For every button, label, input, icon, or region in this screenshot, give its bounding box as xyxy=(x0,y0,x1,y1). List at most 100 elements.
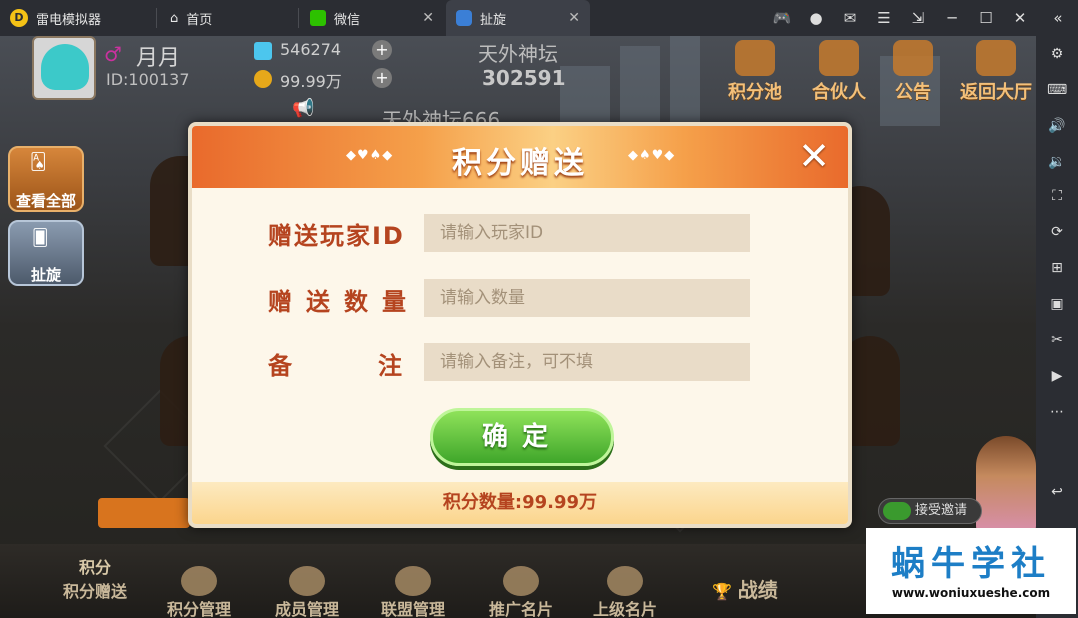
apk-install-icon[interactable]: ▣ xyxy=(1047,294,1067,314)
nav-alliance-mgmt[interactable]: 联盟管理 xyxy=(368,566,458,618)
back-hall-button[interactable]: 返回大厅 xyxy=(956,40,1036,104)
room-number: 302591 xyxy=(482,66,566,90)
gold-count: 99.99万 xyxy=(280,72,342,91)
tab-label: 扯旋 xyxy=(480,12,507,28)
room-name: 天外神坛 xyxy=(478,42,558,66)
add-window-icon[interactable]: ⊞ xyxy=(1047,258,1067,278)
volume-up-icon[interactable]: 🔊 xyxy=(1047,116,1067,136)
money-bag-icon xyxy=(735,40,775,76)
diamond-count: 546274 xyxy=(280,40,342,59)
promo-card-icon xyxy=(503,566,539,596)
label-amount: 赠送数量 xyxy=(268,288,420,316)
note-input[interactable] xyxy=(424,343,750,381)
close-icon[interactable]: ✕ xyxy=(794,136,834,176)
amount-input[interactable] xyxy=(424,279,750,317)
handshake-icon xyxy=(819,40,859,76)
tab-divider xyxy=(156,8,157,28)
wechat-icon xyxy=(310,10,326,26)
spade-coin-icon xyxy=(181,566,217,596)
accept-invite-toggle[interactable]: 接受邀请 xyxy=(878,498,982,524)
orange-action-bar[interactable] xyxy=(98,498,190,528)
fullscreen-icon[interactable]: ⛶ xyxy=(1047,186,1067,206)
watermark-url: www.woniuxueshe.com xyxy=(891,586,1051,600)
members-icon xyxy=(289,566,325,596)
minimize-icon[interactable]: ─ xyxy=(942,8,962,28)
emulator-titlebar: D 雷电模拟器 ⌂ 首页 微信 ✕ 扯旋 ✕ 🎮 ● ✉ ☰ ⇲ ─ ☐ ✕ « xyxy=(0,0,1078,36)
watermark: 蜗牛学社 www.woniuxueshe.com xyxy=(866,528,1076,614)
exit-arrow-icon xyxy=(976,40,1016,76)
collapse-sidebar-icon[interactable]: « xyxy=(1048,8,1068,28)
points-pool-button[interactable]: 积分池 xyxy=(722,40,788,104)
tab-wechat[interactable]: 微信 ✕ xyxy=(300,0,444,36)
gamepad-icon[interactable]: 🎮 xyxy=(772,8,792,28)
tab-label: 微信 xyxy=(334,12,361,28)
gold-coin-icon xyxy=(254,70,272,88)
megaphone-icon: 📢 xyxy=(292,98,315,119)
video-record-icon[interactable]: ▶ xyxy=(1047,366,1067,386)
suit-ornament-right: ◆♠♥◆ xyxy=(628,148,676,163)
diamond-icon xyxy=(254,42,272,60)
popout-icon[interactable]: ⇲ xyxy=(908,8,928,28)
nav-label: 积分赠送 xyxy=(62,582,127,601)
toggle-knob xyxy=(883,502,911,520)
add-gold-button[interactable]: + xyxy=(372,68,392,88)
avatar[interactable] xyxy=(32,36,96,100)
scissors-icon[interactable]: ✂ xyxy=(1047,330,1067,350)
id-card-icon xyxy=(607,566,643,596)
nav-gift-points[interactable]: 积分 积分赠送 xyxy=(50,554,140,602)
view-all-button[interactable]: 🂡 查看全部 xyxy=(8,146,84,212)
app-title: D 雷电模拟器 xyxy=(0,0,160,36)
game-app-icon xyxy=(456,10,472,26)
confirm-button[interactable]: 确定 xyxy=(430,408,614,466)
nav-superior-card[interactable]: 上级名片 xyxy=(580,566,670,618)
label-player-id: 赠送玩家ID xyxy=(268,222,405,250)
watermark-title: 蜗牛学社 xyxy=(891,544,1051,584)
home-icon: ⌂ xyxy=(170,10,179,26)
leidian-logo-icon: D xyxy=(10,9,28,27)
back-arrow-icon[interactable]: ↩ xyxy=(1047,482,1067,502)
add-diamond-button[interactable]: + xyxy=(372,40,392,60)
nav-promo-card[interactable]: 推广名片 xyxy=(476,566,566,618)
notice-button[interactable]: 公告 xyxy=(880,40,946,104)
app-name: 雷电模拟器 xyxy=(36,12,102,28)
nav-record[interactable]: 🏆 战绩 xyxy=(690,574,800,603)
maximize-icon[interactable]: ☐ xyxy=(976,8,996,28)
sync-play-icon[interactable]: ⟳ xyxy=(1047,222,1067,242)
mail-icon[interactable]: ✉ xyxy=(840,8,860,28)
points-balance: 积分数量:99.99万 xyxy=(192,482,848,524)
tab-label: 首页 xyxy=(186,12,213,28)
dialog-header: ◆♥♠◆ 积分赠送 ◆♠♥◆ ✕ xyxy=(192,126,848,188)
dialog-title: 积分赠送 xyxy=(452,146,588,181)
tab-home[interactable]: ⌂ 首页 xyxy=(160,0,298,36)
tab-divider xyxy=(298,8,299,28)
keyboard-icon[interactable]: ⌨ xyxy=(1047,80,1067,100)
gift-points-dialog: ◆♥♠◆ 积分赠送 ◆♠♥◆ ✕ 赠送玩家ID 赠送数量 备注 确定 积分数量:… xyxy=(188,122,852,528)
cards-icon: 🂡 xyxy=(30,152,47,171)
player-id: ID:100137 xyxy=(106,70,190,89)
background-building xyxy=(560,66,610,126)
player-name: 月月 xyxy=(136,46,181,71)
notice-board-icon xyxy=(893,40,933,76)
tab-game[interactable]: 扯旋 ✕ xyxy=(446,0,590,36)
close-window-icon[interactable]: ✕ xyxy=(1010,8,1030,28)
account-icon[interactable]: ● xyxy=(806,8,826,28)
gift-points-icon-label: 积分 xyxy=(78,558,111,577)
background-building xyxy=(620,46,660,126)
menu-icon[interactable]: ☰ xyxy=(874,8,894,28)
gender-male-icon: ♂ xyxy=(104,42,122,66)
close-tab-icon[interactable]: ✕ xyxy=(568,10,580,26)
alliance-icon xyxy=(395,566,431,596)
settings-gear-icon[interactable]: ⚙ xyxy=(1047,44,1067,64)
player-id-input[interactable] xyxy=(424,214,750,252)
close-tab-icon[interactable]: ✕ xyxy=(422,10,434,26)
trophy-icon: 🏆 xyxy=(712,582,733,601)
card-table-icon: 🂠 xyxy=(32,228,49,247)
volume-down-icon[interactable]: 🔉 xyxy=(1047,152,1067,172)
hostess-character-image xyxy=(976,436,1036,536)
more-icon[interactable]: ⋯ xyxy=(1047,402,1067,422)
game-shortcut-button[interactable]: 🂠 扯旋 xyxy=(8,220,84,286)
background-building xyxy=(670,36,700,126)
nav-member-mgmt[interactable]: 成员管理 xyxy=(262,566,352,618)
nav-points-mgmt[interactable]: 积分管理 xyxy=(154,566,244,618)
partner-button[interactable]: 合伙人 xyxy=(806,40,872,104)
